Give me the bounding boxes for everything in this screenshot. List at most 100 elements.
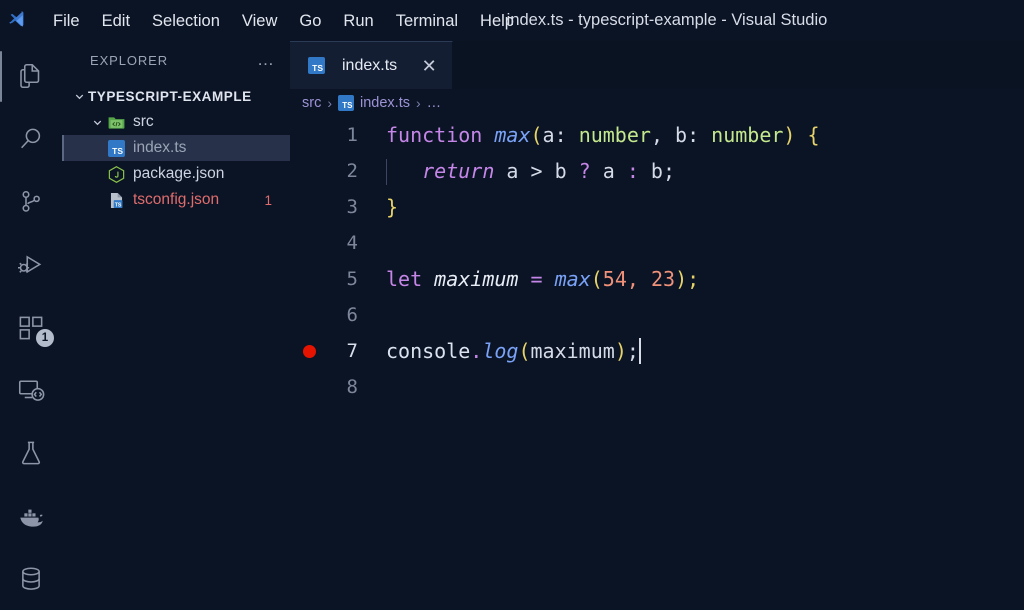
- activity-item-run-and-debug[interactable]: [0, 233, 62, 296]
- activity-item-extensions[interactable]: 1: [0, 296, 62, 359]
- tree-item-label: src: [133, 113, 154, 130]
- chevron-right-icon: ›: [416, 95, 421, 111]
- menu-item-view[interactable]: View: [231, 8, 288, 34]
- activity-item-explorer[interactable]: [0, 45, 62, 108]
- title-bar: File Edit Selection View Go Run Terminal…: [0, 0, 1024, 41]
- token-type: number: [578, 123, 651, 147]
- token-paren: ): [783, 123, 796, 147]
- active-indicator: [0, 365, 2, 416]
- breadcrumb-file[interactable]: index.ts: [360, 95, 410, 111]
- code-line: 6: [290, 297, 1024, 333]
- token-identifier: a: [494, 159, 531, 183]
- token-type: number: [711, 123, 784, 147]
- menu-item-selection[interactable]: Selection: [141, 8, 231, 34]
- menu-item-run[interactable]: Run: [332, 8, 384, 34]
- error-count-badge: 1: [264, 192, 272, 208]
- tree-item-label: index.ts: [133, 139, 187, 156]
- line-number: 5: [346, 268, 358, 290]
- token-param: a: [542, 123, 555, 147]
- token-paren: ): [675, 267, 688, 291]
- breadcrumb: src › TS index.ts › …: [290, 89, 1024, 117]
- token-semicolon: ;: [687, 267, 700, 291]
- typescript-file-icon: TS: [306, 56, 326, 76]
- code-line: 5 let maximum = max(54, 23);: [290, 261, 1024, 297]
- file-tree: TYPESCRIPT-EXAMPLE src TS index.ts packa…: [62, 79, 290, 213]
- token-semicolon: ;: [626, 339, 639, 363]
- active-indicator: [0, 490, 2, 541]
- token-identifier: b: [542, 159, 579, 183]
- token-paren: (: [530, 123, 543, 147]
- token-keyword: let: [386, 267, 423, 291]
- code-line: 4: [290, 225, 1024, 261]
- extensions-badge: 1: [36, 328, 54, 347]
- activity-item-remote-explorer[interactable]: [0, 359, 62, 422]
- menu-item-help[interactable]: Help: [469, 8, 525, 34]
- activity-item-search[interactable]: [0, 108, 62, 171]
- typescript-file-icon: TS: [106, 138, 126, 158]
- text-cursor: [638, 338, 641, 364]
- menu-item-terminal[interactable]: Terminal: [385, 8, 469, 34]
- tree-row-package-json[interactable]: package.json: [62, 161, 290, 187]
- token-paren: (: [518, 339, 531, 363]
- token-colon: :: [554, 123, 579, 147]
- menu-item-edit[interactable]: Edit: [91, 8, 141, 34]
- more-actions-icon[interactable]: …: [257, 51, 276, 68]
- token-variable: maximum: [434, 267, 519, 291]
- line-number: 4: [346, 232, 358, 254]
- explorer-header: EXPLORER …: [62, 41, 290, 79]
- tree-row-src[interactable]: src: [62, 109, 290, 135]
- svg-text:TS: TS: [114, 202, 121, 208]
- code-text: return a > b ? a : b;: [366, 153, 675, 189]
- search-icon: [16, 124, 46, 154]
- tree-root-label: TYPESCRIPT-EXAMPLE: [88, 88, 252, 104]
- line-number: 3: [346, 196, 358, 218]
- menu-item-file[interactable]: File: [42, 8, 91, 34]
- token-operator: ?: [578, 159, 591, 183]
- token-method: log: [482, 339, 519, 363]
- token-brace: }: [386, 195, 399, 219]
- code-line-active: 7 console.log(maximum);: [290, 333, 1024, 369]
- files-icon: [16, 61, 46, 91]
- token-number: 23: [650, 267, 676, 291]
- tab-index-ts[interactable]: TS index.ts ✕: [290, 41, 454, 89]
- vscode-logo-icon: [0, 0, 34, 41]
- tree-row-tsconfig-json[interactable]: TS tsconfig.json 1: [62, 187, 290, 213]
- token-operator: :: [626, 159, 639, 183]
- line-number: 6: [346, 304, 358, 326]
- breadcrumb-folder[interactable]: src: [302, 95, 321, 111]
- token-paren: (: [590, 267, 603, 291]
- token-function-name: max: [554, 267, 591, 291]
- glyph-margin[interactable]: [290, 344, 328, 358]
- nodejs-file-icon: [106, 164, 126, 184]
- token-keyword: return: [422, 159, 495, 183]
- explorer-title: EXPLORER: [90, 52, 169, 68]
- breakpoint-icon[interactable]: [302, 344, 316, 358]
- activity-item-database[interactable]: [0, 547, 62, 610]
- tree-row-root[interactable]: TYPESCRIPT-EXAMPLE: [62, 83, 290, 109]
- database-icon: [16, 564, 46, 594]
- line-number: 7: [346, 340, 358, 362]
- token-function-name: max: [494, 123, 531, 147]
- code-text: let maximum = max(54, 23);: [366, 261, 699, 297]
- typescript-file-icon: TS: [338, 95, 355, 111]
- token-brace: {: [795, 123, 820, 147]
- activity-item-testing[interactable]: [0, 422, 62, 485]
- token-param: b: [675, 123, 688, 147]
- token-comma: ,: [650, 123, 676, 147]
- code-editor[interactable]: 1 function max(a: number, b: number) { 2…: [290, 117, 1024, 610]
- close-icon[interactable]: ✕: [420, 57, 438, 75]
- source-control-icon: [16, 187, 46, 217]
- activity-item-source-control[interactable]: [0, 171, 62, 234]
- tree-row-index-ts[interactable]: TS index.ts: [62, 135, 290, 161]
- code-text: console.log(maximum);: [366, 333, 641, 369]
- activity-item-docker[interactable]: [0, 484, 62, 547]
- folder-src-icon: [106, 112, 126, 132]
- menu-item-go[interactable]: Go: [288, 8, 332, 34]
- line-number: 1: [346, 124, 358, 146]
- breadcrumb-symbol[interactable]: …: [427, 95, 442, 111]
- code-text: }: [366, 189, 398, 225]
- token-object: console: [386, 339, 471, 363]
